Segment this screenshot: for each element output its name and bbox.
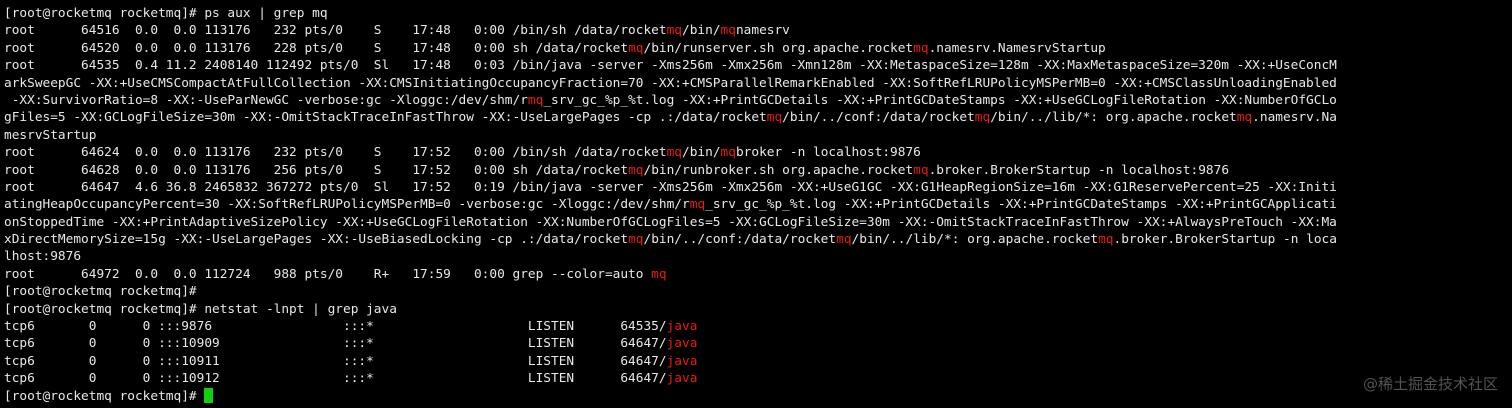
highlighted-match: mq (720, 145, 736, 161)
terminal-text: /bin/../lib/*: org.apache.rocket (851, 232, 1099, 248)
terminal-line: gFiles=5 -XX:GCLogFileSize=30m -XX:-Omit… (4, 109, 1512, 126)
highlighted-match: mq (974, 110, 991, 126)
terminal-line: tcp6 0 0 :::10912 :::* LISTEN 64647/java (4, 370, 1512, 387)
highlighted-match: mq (628, 40, 644, 56)
terminal-line: root 64520 0.0 0.0 113176 228 pts/0 S 17… (4, 40, 1512, 57)
terminal-text: tcp6 0 0 :::10911 :::* LISTEN 64647/ (4, 353, 667, 369)
highlighted-match: mq (527, 92, 544, 108)
highlighted-match: mq (1098, 232, 1114, 248)
terminal-text: root 64624 0.0 0.0 113176 232 pts/0 S 17… (4, 145, 667, 161)
terminal-line: root 64624 0.0 0.0 113176 232 pts/0 S 17… (4, 144, 1512, 161)
terminal-text: .broker.BrokerStartup -n localhost:9876 (928, 162, 1230, 178)
terminal-line: [root@rocketmq rocketmq]# (4, 283, 1512, 300)
terminal-text: -XX:SurvivorRatio=8 -XX:-UseParNewGC -ve… (4, 92, 528, 108)
terminal-text: lhost:9876 (4, 249, 82, 265)
terminal-line: atingHeapOccupancyPercent=30 -XX:SoftRef… (4, 196, 1512, 213)
terminal-text: root 64516 0.0 0.0 113176 232 pts/0 S 17… (4, 23, 667, 39)
watermark-label: @稀土掘金技术社区 (1362, 375, 1498, 393)
terminal-text: /bin/../lib/*: org.apache.rocket (990, 110, 1237, 126)
highlighted-match: mq (1236, 110, 1253, 126)
terminal-line: root 64647 4.6 36.8 2465832 367272 pts/0… (4, 179, 1512, 196)
terminal-line: xDirectMemorySize=15g -XX:-UseLargePages… (4, 231, 1512, 248)
cursor-block (204, 387, 214, 403)
terminal-line: [root@rocketmq rocketmq]# netstat -lnpt … (4, 301, 1512, 318)
terminal-line: tcp6 0 0 :::10911 :::* LISTEN 64647/java (4, 353, 1512, 370)
terminal-line: root 64972 0.0 0.0 112724 988 pts/0 R+ 1… (4, 266, 1512, 283)
terminal-text: root 64628 0.0 0.0 113176 256 pts/0 S 17… (4, 162, 629, 178)
terminal-line: onStoppedTime -XX:+PrintAdaptiveSizePoli… (4, 214, 1512, 231)
terminal-text: [root@rocketmq rocketmq]# (4, 284, 197, 300)
terminal-text: [root@rocketmq rocketmq]# ps aux | grep … (4, 6, 328, 21)
terminal-text: onStoppedTime -XX:+PrintAdaptiveSizePoli… (4, 214, 1337, 230)
terminal-text: [root@rocketmq rocketmq]# netstat -lnpt … (4, 301, 397, 317)
highlighted-match: mq (913, 40, 929, 56)
terminal-text: root 64535 0.4 11.2 2408140 112492 pts/0… (4, 58, 1337, 74)
highlighted-match: mq (666, 23, 682, 39)
terminal-text: .broker.BrokerStartup -n loca (1113, 232, 1337, 248)
terminal-text: _srv_gc_%p_%t.log -XX:+PrintGCDetails -X… (543, 92, 1337, 108)
terminal-line: [root@rocketmq rocketmq]# ps aux | grep … (4, 5, 1512, 22)
terminal-text: /bin/../conf:/data/rocket (643, 232, 837, 248)
terminal-text: atingHeapOccupancyPercent=30 -XX:SoftRef… (4, 197, 690, 213)
terminal-line: root 64535 0.4 11.2 2408140 112492 pts/0… (4, 57, 1512, 74)
highlighted-match: mq (666, 145, 682, 161)
terminal-text: tcp6 0 0 :::9876 :::* LISTEN 64535/ (4, 319, 667, 335)
terminal-text: .namesrv.NamesrvStartup (928, 40, 1106, 56)
terminal-text: /bin/runbroker.sh org.apache.rocket (643, 162, 914, 178)
terminal-line: lhost:9876 (4, 248, 1512, 265)
terminal-text: [root@rocketmq rocketmq]# (4, 388, 205, 404)
terminal-text: tcp6 0 0 :::10912 :::* LISTEN 64647/ (4, 371, 667, 387)
highlighted-match: mq (766, 110, 783, 126)
terminal-text: /bin/runserver.sh org.apache.rocket (643, 40, 914, 56)
terminal-text: /bin/../conf:/data/rocket (782, 110, 975, 126)
highlighted-match: mq (720, 23, 736, 39)
terminal-line: arkSweepGC -XX:+UseCMSCompactAtFullColle… (4, 75, 1512, 92)
terminal-text: root 64647 4.6 36.8 2465832 367272 pts/0… (4, 179, 1337, 195)
terminal-line: -XX:SurvivorRatio=8 -XX:-UseParNewGC -ve… (4, 92, 1512, 109)
terminal-text: .namesrv.Na (1252, 110, 1337, 126)
highlighted-match: mq (651, 266, 667, 282)
terminal-window[interactable]: [root@rocketmq rocketmq]# ps aux | grep … (0, 0, 1512, 408)
terminal-text: _srv_gc_%p_%t.log -XX:+PrintGCDetails -X… (705, 197, 1337, 213)
highlighted-match: mq (628, 162, 644, 178)
terminal-line: root 64516 0.0 0.0 113176 232 pts/0 S 17… (4, 22, 1512, 39)
terminal-text: tcp6 0 0 :::10909 :::* LISTEN 64647/ (4, 336, 667, 352)
highlighted-match: mq (689, 197, 706, 213)
terminal-text: mesrvStartup (4, 127, 97, 143)
highlighted-match: mq (836, 232, 852, 248)
terminal-text: namesrv (735, 23, 790, 39)
highlighted-match: java (666, 319, 698, 335)
terminal-text: root 64972 0.0 0.0 112724 988 pts/0 R+ 1… (4, 266, 652, 282)
terminal-text: /bin/ (682, 23, 721, 39)
terminal-line: tcp6 0 0 :::10909 :::* LISTEN 64647/java (4, 335, 1512, 352)
terminal-line: [root@rocketmq rocketmq]# (4, 387, 1512, 405)
highlighted-match: java (666, 336, 698, 352)
highlighted-match: mq (913, 162, 929, 178)
terminal-text: broker -n localhost:9876 (735, 145, 921, 161)
highlighted-match: mq (628, 232, 644, 248)
terminal-text: arkSweepGC -XX:+UseCMSCompactAtFullColle… (4, 75, 1337, 91)
terminal-line: root 64628 0.0 0.0 113176 256 pts/0 S 17… (4, 162, 1512, 179)
terminal-line: tcp6 0 0 :::9876 :::* LISTEN 64535/java (4, 318, 1512, 335)
highlighted-match: java (666, 371, 698, 387)
highlighted-match: java (666, 353, 698, 369)
terminal-text: root 64520 0.0 0.0 113176 228 pts/0 S 17… (4, 40, 629, 56)
terminal-text: /bin/ (682, 145, 721, 161)
terminal-line: mesrvStartup (4, 127, 1512, 144)
terminal-text: xDirectMemorySize=15g -XX:-UseLargePages… (4, 232, 629, 248)
terminal-text: gFiles=5 -XX:GCLogFileSize=30m -XX:-Omit… (4, 110, 767, 126)
